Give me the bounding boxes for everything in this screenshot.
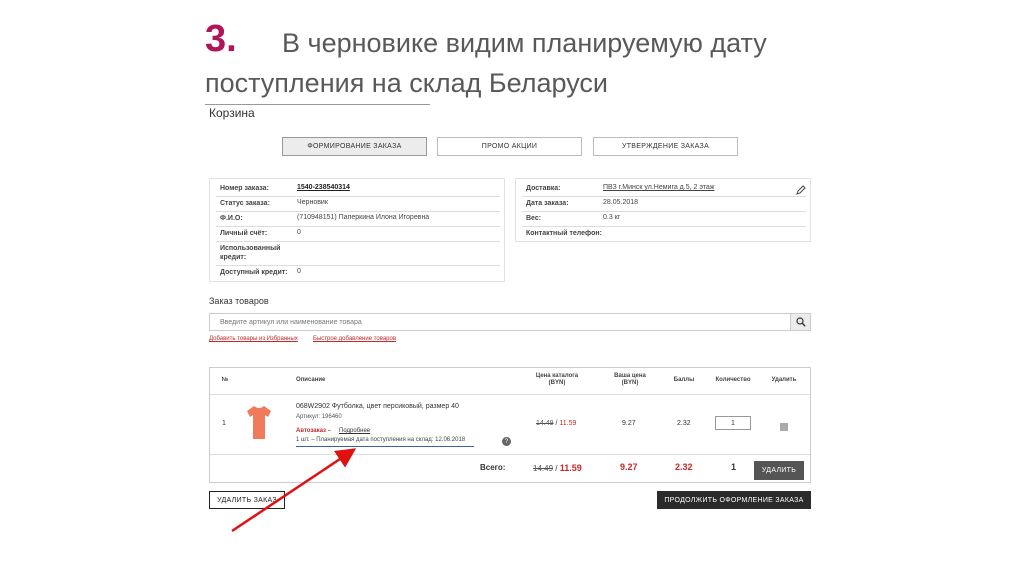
annotation-arrow [231,448,357,533]
